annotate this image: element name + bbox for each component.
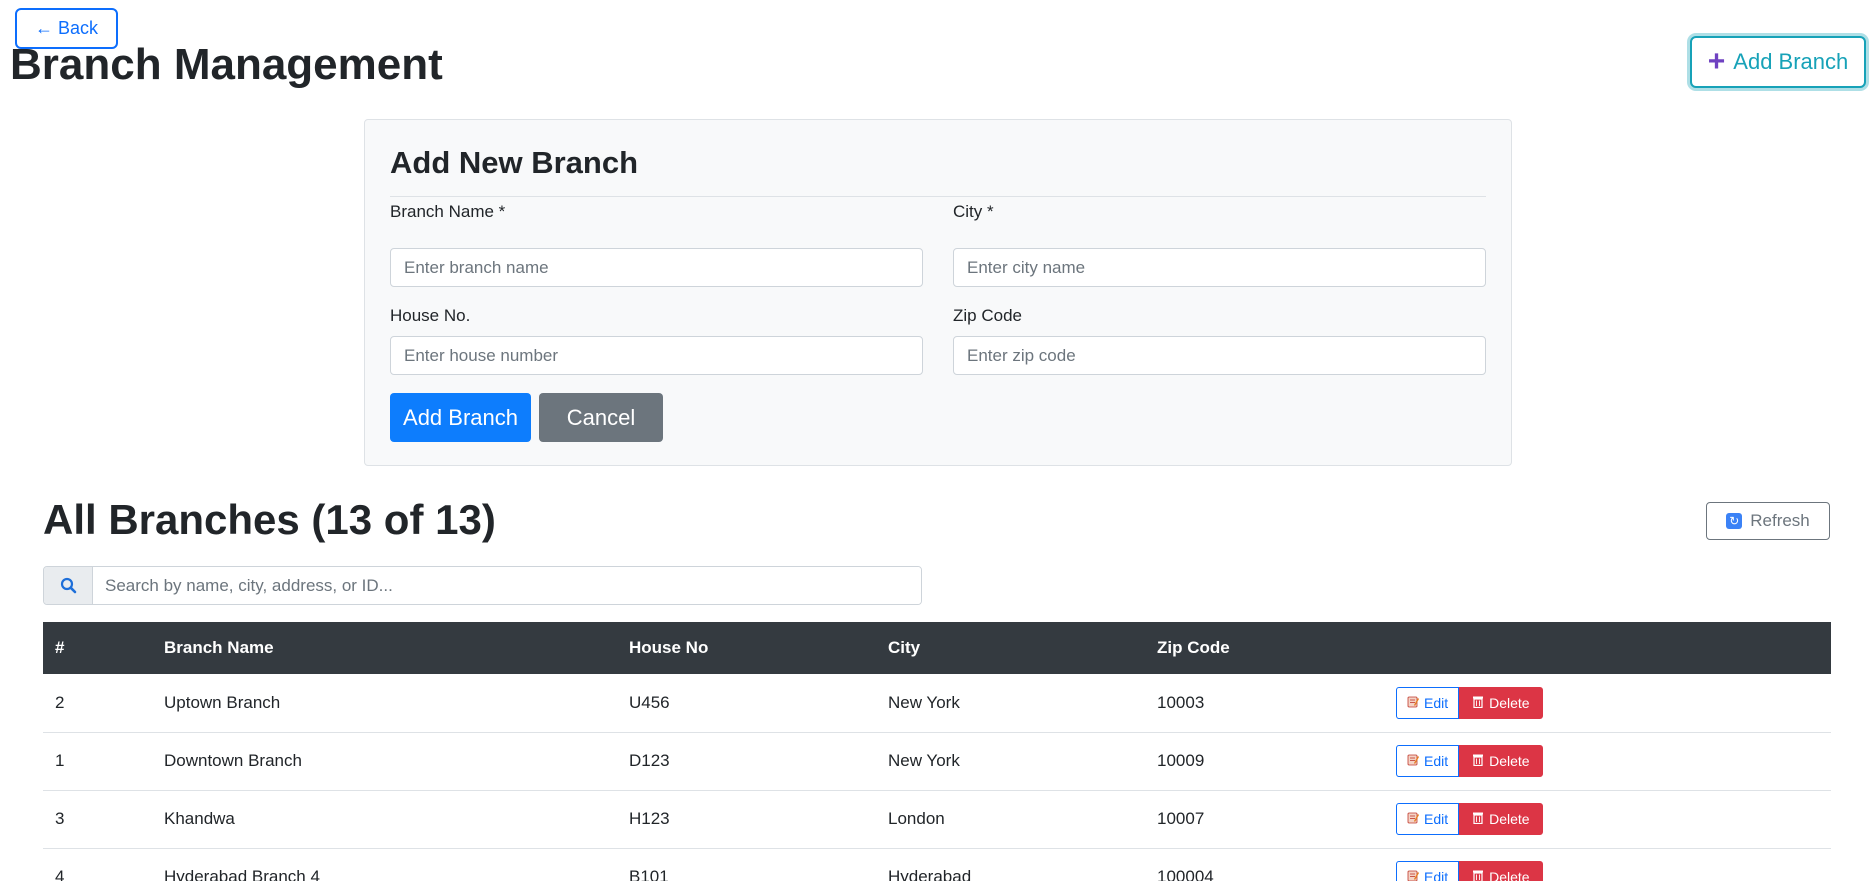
cell-actions: Edit Delete xyxy=(1384,848,1831,881)
edit-label: Edit xyxy=(1424,753,1449,769)
house-no-label: House No. xyxy=(390,306,471,325)
cell-branch-name: Hyderabad Branch 4 xyxy=(164,867,320,881)
row-actions: Edit Delete xyxy=(1396,745,1543,777)
add-branch-toggle-button[interactable]: + Add Branch xyxy=(1690,36,1866,88)
refresh-button[interactable]: ↻ Refresh xyxy=(1706,502,1830,540)
cell-id: 4 xyxy=(55,867,65,881)
branch-name-input[interactable] xyxy=(390,248,923,287)
cell-id: 3 xyxy=(55,809,65,828)
edit-label: Edit xyxy=(1424,869,1449,881)
cell-id: 2 xyxy=(55,692,65,712)
search-bar xyxy=(43,566,922,605)
cell-branch-name: Uptown Branch xyxy=(164,692,281,712)
zip-code-input[interactable] xyxy=(953,336,1486,375)
cell-house-no: H123 xyxy=(629,809,670,828)
house-no-input[interactable] xyxy=(390,336,923,375)
cancel-button[interactable]: Cancel xyxy=(539,393,663,442)
trash-icon xyxy=(1472,869,1484,881)
trash-icon xyxy=(1472,695,1484,711)
delete-label: Delete xyxy=(1489,694,1530,711)
edit-icon xyxy=(1407,753,1419,769)
edit-button[interactable]: Edit xyxy=(1396,745,1460,777)
table-row: 3 Khandwa H123 London 10007 Edit Delete xyxy=(43,790,1831,848)
edit-label: Edit xyxy=(1424,811,1449,827)
edit-button[interactable]: Edit xyxy=(1396,803,1460,835)
form-divider xyxy=(390,196,1486,197)
edit-icon xyxy=(1407,811,1419,827)
branch-name-label: Branch Name * xyxy=(390,202,506,221)
add-branch-form: Add New Branch Branch Name * City * Hous… xyxy=(364,119,1512,466)
column-header-id: # xyxy=(55,638,65,657)
cell-house-no: D123 xyxy=(629,751,670,770)
trash-icon xyxy=(1472,811,1484,827)
add-branch-toggle-label: Add Branch xyxy=(1733,49,1849,74)
row-actions: Edit Delete xyxy=(1396,803,1543,835)
cell-actions: Edit Delete xyxy=(1384,674,1831,732)
table-header-row: # Branch Name House No City Zip Code xyxy=(43,622,1831,674)
cell-zip-code: 10003 xyxy=(1157,692,1205,712)
submit-add-branch-button[interactable]: Add Branch xyxy=(390,393,531,442)
delete-label: Delete xyxy=(1489,753,1530,769)
cell-id: 1 xyxy=(55,751,65,770)
delete-button[interactable]: Delete xyxy=(1459,686,1543,719)
table-row: 1 Downtown Branch D123 New York 10009 Edit Del… xyxy=(43,732,1831,790)
delete-label: Delete xyxy=(1489,811,1530,827)
plus-icon: + xyxy=(1707,45,1726,78)
column-header-branch-name: Branch Name xyxy=(164,638,274,657)
delete-button[interactable]: Delete xyxy=(1459,803,1543,835)
cell-actions: Edit Delete xyxy=(1384,790,1831,848)
edit-label: Edit xyxy=(1424,694,1449,711)
cell-actions: Edit Delete xyxy=(1384,732,1831,790)
cell-city: Hyderabad xyxy=(888,867,972,881)
cell-branch-name: Downtown Branch xyxy=(164,751,302,770)
cell-branch-name: Khandwa xyxy=(164,809,235,828)
cell-house-no: B101 xyxy=(629,867,669,881)
cell-zip-code: 10009 xyxy=(1157,751,1205,770)
column-header-actions xyxy=(1384,622,1831,674)
refresh-label: Refresh xyxy=(1750,511,1810,530)
city-label: City * xyxy=(953,202,994,221)
table-row: 2 Uptown Branch U456 New York 10003 Edit Delet… xyxy=(43,674,1831,732)
delete-label: Delete xyxy=(1489,869,1530,881)
search-input[interactable] xyxy=(93,567,921,604)
column-header-city: City xyxy=(888,638,921,657)
row-actions: Edit Delete xyxy=(1396,686,1543,719)
edit-button[interactable]: Edit xyxy=(1396,686,1460,719)
delete-button[interactable]: Delete xyxy=(1459,861,1543,881)
edit-button[interactable]: Edit xyxy=(1396,861,1460,881)
column-header-zip-code: Zip Code xyxy=(1157,638,1230,657)
edit-icon xyxy=(1407,869,1419,881)
refresh-icon: ↻ xyxy=(1726,513,1743,529)
cell-city: London xyxy=(888,809,945,828)
form-title: Add New Branch xyxy=(390,145,639,180)
branches-table: # Branch Name House No City Zip Code 2 Up… xyxy=(43,622,1831,881)
row-actions: Edit Delete xyxy=(1396,861,1543,881)
branches-list-title: All Branches (13 of 13) xyxy=(43,496,496,543)
cell-city: New York xyxy=(888,751,960,770)
cell-house-no: U456 xyxy=(629,692,670,712)
trash-icon xyxy=(1472,753,1484,769)
city-input[interactable] xyxy=(953,248,1486,287)
table-row: 4 Hyderabad Branch 4 B101 Hyderabad 100004 Ed… xyxy=(43,848,1831,881)
cell-zip-code: 10007 xyxy=(1157,809,1205,828)
cell-zip-code: 100004 xyxy=(1157,867,1214,881)
cell-city: New York xyxy=(888,692,960,712)
delete-button[interactable]: Delete xyxy=(1459,745,1543,777)
zip-code-label: Zip Code xyxy=(953,306,1022,325)
column-header-house-no: House No xyxy=(629,638,709,657)
page-title: Branch Management xyxy=(10,40,443,89)
edit-icon xyxy=(1407,695,1419,711)
search-icon xyxy=(44,567,93,604)
